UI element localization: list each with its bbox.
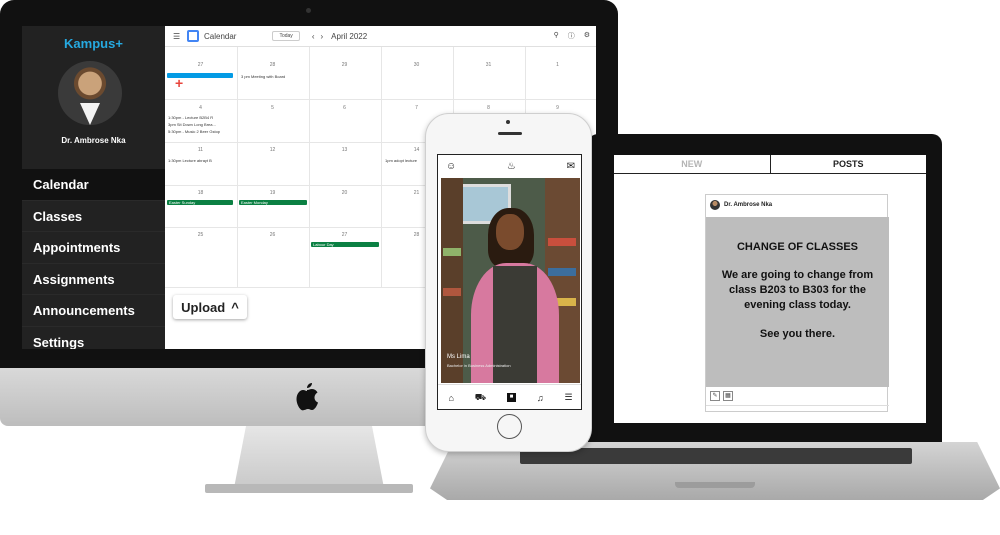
laptop-notch bbox=[675, 482, 755, 488]
prev-month-icon[interactable]: ‹ bbox=[312, 32, 315, 41]
day-number: 19 bbox=[269, 190, 276, 196]
event-item[interactable]: 1:30pm Lecture abrayt B bbox=[168, 158, 212, 163]
today-button[interactable]: Today bbox=[272, 31, 300, 41]
event-item[interactable]: 3 pm Meeting with Board bbox=[241, 74, 285, 79]
phone-speaker bbox=[498, 132, 522, 135]
calendar-app-title: Calendar bbox=[204, 31, 237, 41]
day-number: 1 bbox=[556, 62, 559, 68]
post-text: We are going to change from class B203 t… bbox=[721, 269, 874, 311]
laptop-screen: NEW POSTS Dr. Ambrose Nka CHANGE OF CLAS… bbox=[614, 155, 926, 423]
phone-device: ☺ ♨ ✉ Ms Lima Bachelor in Business Admin… bbox=[425, 113, 592, 452]
day-number: 20 bbox=[341, 190, 348, 196]
day-number: 8 bbox=[487, 105, 490, 111]
car-icon[interactable]: ⛟ bbox=[475, 392, 486, 404]
avatar[interactable] bbox=[58, 61, 122, 125]
post-body: CHANGE OF CLASSES We are going to change… bbox=[706, 217, 889, 387]
help-icon[interactable]: ⓘ bbox=[568, 31, 575, 41]
sidebar-item-announcements[interactable]: Announcements bbox=[22, 295, 165, 327]
feed-tabs: NEW POSTS bbox=[614, 155, 926, 174]
day-number: 7 bbox=[415, 105, 418, 111]
profile-name: Ms Lima bbox=[447, 354, 470, 360]
holiday-bar-easter-sunday[interactable]: Easter Sunday bbox=[167, 200, 233, 205]
phone-camera bbox=[506, 120, 510, 124]
chat-icon[interactable]: ✉ bbox=[567, 161, 575, 172]
flame-icon[interactable]: ♨ bbox=[507, 161, 516, 172]
event-item[interactable]: 1:30pm - Lecture B2B4 R bbox=[168, 115, 213, 120]
day-number: 31 bbox=[485, 62, 492, 68]
phone-bottom-nav: ⌂ ⛟ ■ ♫ ☰ bbox=[438, 384, 581, 409]
hamburger-icon[interactable]: ☰ bbox=[173, 32, 181, 41]
month-label[interactable]: April 2022 bbox=[331, 32, 367, 41]
calendar-logo-icon bbox=[187, 30, 199, 42]
day-number: 5 bbox=[271, 105, 274, 111]
phone-home-button[interactable] bbox=[497, 414, 522, 439]
day-number: 9 bbox=[556, 105, 559, 111]
post-actions: ✎ ▦ bbox=[710, 391, 733, 401]
day-number: 13 bbox=[341, 147, 348, 153]
sidebar-item-appointments[interactable]: Appointments bbox=[22, 232, 165, 264]
upload-caret-icon: ^ bbox=[231, 299, 239, 315]
day-number: 12 bbox=[269, 147, 276, 153]
post-sign-off: See you there. bbox=[759, 328, 836, 340]
divider bbox=[706, 405, 889, 406]
profile-photo[interactable]: Ms Lima Bachelor in Business Administrat… bbox=[441, 178, 580, 383]
day-number: 28 bbox=[269, 62, 276, 68]
day-number: 27 bbox=[341, 232, 348, 238]
avatar[interactable] bbox=[710, 200, 720, 210]
day-number: 27 bbox=[197, 62, 204, 68]
holiday-bar-labour-day[interactable]: Labour Day bbox=[311, 242, 379, 247]
edit-icon[interactable]: ✎ bbox=[710, 391, 720, 401]
day-number: 25 bbox=[197, 232, 204, 238]
day-number: 11 bbox=[197, 147, 204, 153]
square-icon[interactable]: ■ bbox=[506, 393, 516, 402]
event-chip[interactable] bbox=[167, 73, 233, 78]
holiday-bar-easter-monday[interactable]: Easter Monday bbox=[239, 200, 307, 205]
brand-logo[interactable]: Kampus+ bbox=[22, 36, 165, 51]
upload-button[interactable]: Upload ^ bbox=[173, 295, 247, 319]
create-event-button[interactable]: + bbox=[175, 76, 189, 91]
imac-camera bbox=[306, 8, 311, 13]
day-number: 18 bbox=[197, 190, 204, 196]
phone-top-bar: ☺ ♨ ✉ bbox=[438, 155, 581, 177]
post-author[interactable]: Dr. Ambrose Nka bbox=[724, 202, 772, 208]
apple-logo-icon bbox=[296, 383, 318, 411]
calendar-toolbar: ☰ Calendar Today ‹ › April 2022 ⚲ ⓘ ⚙ bbox=[165, 26, 596, 47]
next-month-icon[interactable]: › bbox=[320, 32, 323, 41]
sidebar-item-assignments[interactable]: Assignments bbox=[22, 264, 165, 295]
imac-stand-foot bbox=[205, 484, 413, 493]
settings-icon[interactable]: ⚙ bbox=[584, 31, 590, 41]
tab-posts[interactable]: POSTS bbox=[771, 155, 927, 173]
user-name: Dr. Ambrose Nka bbox=[61, 136, 126, 145]
post-title: CHANGE OF CLASSES bbox=[736, 241, 858, 253]
imac-stand bbox=[234, 426, 384, 488]
sidebar: Kampus+ Dr. Ambrose Nka Calendar Classes… bbox=[22, 26, 165, 349]
tab-new[interactable]: NEW bbox=[614, 155, 771, 173]
event-item[interactable]: 5:30pm - Music 2 Beer Gstop bbox=[168, 129, 220, 134]
day-number: 29 bbox=[341, 62, 348, 68]
home-icon[interactable]: ⌂ bbox=[448, 393, 453, 403]
menu-icon[interactable]: ☰ bbox=[564, 392, 572, 403]
sidebar-item-classes[interactable]: Classes bbox=[22, 201, 165, 232]
sidebar-menu: Calendar Classes Appointments Assignment… bbox=[22, 169, 165, 349]
phone-screen: ☺ ♨ ✉ Ms Lima Bachelor in Business Admin… bbox=[437, 154, 582, 410]
profile-program: Bachelor in Business Administration bbox=[447, 363, 511, 368]
sidebar-item-settings[interactable]: Settings bbox=[22, 327, 165, 350]
laptop-keyboard bbox=[520, 448, 912, 464]
sidebar-item-calendar[interactable]: Calendar bbox=[22, 169, 165, 201]
event-item[interactable]: 1pm adopt lecture bbox=[385, 158, 417, 163]
profile-icon[interactable]: ☺ bbox=[446, 161, 456, 172]
post-header: Dr. Ambrose Nka bbox=[706, 195, 889, 215]
upload-label: Upload bbox=[181, 299, 226, 315]
day-number: 26 bbox=[269, 232, 276, 238]
day-number: 4 bbox=[199, 105, 202, 111]
day-number: 30 bbox=[413, 62, 420, 68]
event-item[interactable]: 3pm Sit Down Long Brea... bbox=[168, 122, 216, 127]
post-card[interactable]: Dr. Ambrose Nka CHANGE OF CLASSES We are… bbox=[705, 194, 889, 412]
bell-icon[interactable]: ♫ bbox=[537, 393, 544, 403]
attachment-icon[interactable]: ▦ bbox=[723, 391, 733, 401]
search-icon[interactable]: ⚲ bbox=[554, 31, 559, 41]
day-number: 6 bbox=[343, 105, 346, 111]
